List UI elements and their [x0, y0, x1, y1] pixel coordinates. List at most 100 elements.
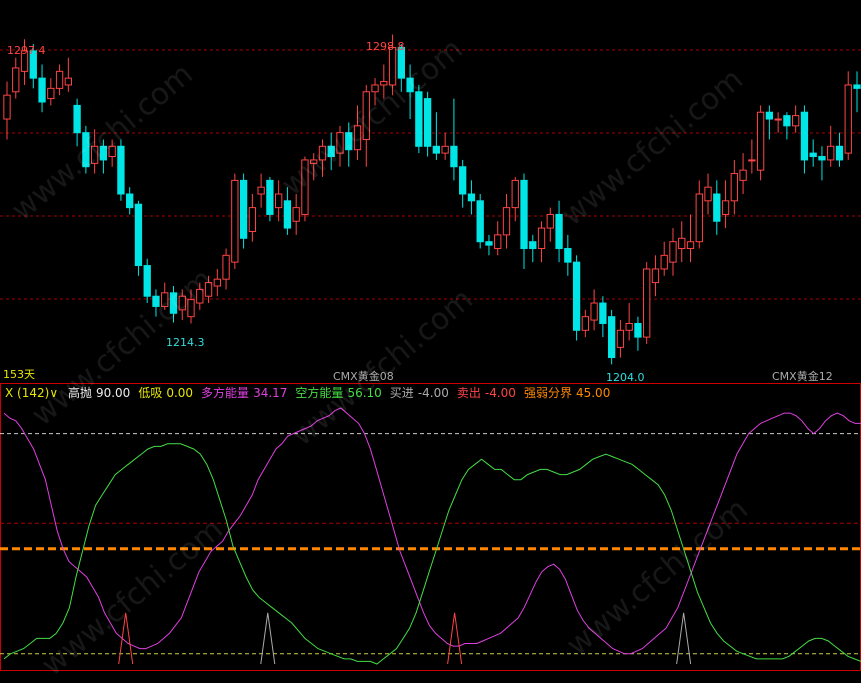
- candle-body-down: [529, 241, 537, 250]
- candle-body-down: [239, 179, 248, 239]
- high-label-1: 1297.4: [7, 44, 46, 57]
- indicator-item-value: 45.00: [575, 386, 611, 400]
- indicator-item: 卖出 -4.00: [457, 386, 516, 400]
- candle-body-down: [415, 91, 423, 147]
- candle-body-up: [310, 159, 318, 164]
- candle-body-up: [257, 186, 265, 195]
- candle-body-down: [818, 156, 826, 161]
- candle-body-up: [47, 87, 55, 100]
- candle-body-up: [660, 254, 668, 270]
- indicator-item-value: 56.10: [347, 386, 382, 400]
- candle-body-up: [748, 159, 756, 162]
- indicator-values: 高抛 90.00 低吸 0.00 多方能量 34.17 空方能量 56.10 买进 -4.00 卖出…: [68, 386, 618, 400]
- candle-body-down: [432, 145, 441, 154]
- candle-body-down: [38, 77, 46, 103]
- candle-body-down: [126, 193, 134, 209]
- indicator-item-label: 卖出: [456, 386, 481, 400]
- candle-body-up: [222, 254, 230, 280]
- candle-body-down: [345, 132, 353, 151]
- candle-body-up: [213, 278, 221, 287]
- candle-body-up: [669, 241, 677, 263]
- candle-body-up: [292, 207, 300, 222]
- indicator-selector[interactable]: X (142)∨: [5, 386, 62, 400]
- candle-body-up: [248, 207, 257, 232]
- indicator-item-value: -4.00: [484, 386, 516, 400]
- candle-body-up: [511, 179, 519, 209]
- series-line-long-energy: [3, 407, 861, 655]
- low-label-2: 1204.0: [606, 371, 645, 384]
- candle-body-down: [99, 145, 108, 161]
- candle-body-up: [643, 268, 651, 338]
- indicator-item: 强弱分界 45.00: [524, 386, 610, 400]
- indicator-item-label: 强弱分界: [523, 386, 572, 400]
- candle-body-down: [485, 241, 493, 246]
- candle-body-up: [625, 322, 633, 331]
- indicator-item: 买进 -4.00: [390, 386, 449, 400]
- candle-body-up: [187, 299, 195, 318]
- indicator-item-label: 多方能量: [201, 386, 250, 400]
- indicator-item-label: 空方能量: [295, 386, 344, 400]
- candle-body-up: [739, 169, 747, 181]
- candle-body-up: [371, 84, 379, 93]
- candle-body-up: [494, 234, 502, 250]
- candle-body-up: [301, 159, 309, 215]
- candle-body-down: [555, 213, 563, 250]
- period-label: 153天: [3, 368, 35, 381]
- indicator-item: 高抛 90.00: [68, 386, 130, 400]
- signal-spike: [260, 612, 276, 665]
- candle-body-up: [362, 91, 370, 140]
- candle-body-up: [231, 179, 239, 263]
- candle-body-down: [476, 200, 484, 243]
- signal-spike: [447, 612, 463, 665]
- candle-body-down: [82, 132, 90, 168]
- candle-body-down: [423, 98, 432, 147]
- candle-body-up: [274, 193, 283, 209]
- candle-body-down: [520, 179, 528, 250]
- indicator-name: X (142): [5, 386, 50, 400]
- indicator-item-label: 高抛: [67, 386, 92, 400]
- candle-body-up: [55, 70, 64, 89]
- candle-body-up: [756, 111, 765, 171]
- candle-body-up: [204, 282, 213, 297]
- candle-body-up: [196, 288, 204, 304]
- candle-body-up: [380, 81, 388, 86]
- candle-body-up: [336, 132, 344, 154]
- candle-body-down: [459, 166, 467, 195]
- candle-body-down: [800, 111, 809, 161]
- contract-label-2: CMX黄金12: [772, 370, 833, 383]
- candle-body-down: [572, 261, 581, 331]
- candle-body-down: [599, 302, 607, 324]
- candle-body-up: [704, 186, 712, 202]
- candle-body-up: [844, 84, 852, 154]
- indicator-header: X (142)∨ 高抛 90.00 低吸 0.00 多方能量 34.17 空方能量 56.10…: [5, 386, 618, 400]
- candle-body-up: [546, 213, 554, 229]
- candle-body-up: [792, 115, 800, 127]
- candle-body-up: [695, 193, 703, 243]
- candle-body-up: [678, 237, 686, 250]
- candle-body-down: [607, 316, 616, 359]
- indicator-item: 低吸 0.00: [138, 386, 193, 400]
- candle-body-down: [406, 77, 414, 93]
- candle-body-down: [853, 84, 861, 89]
- candle-body-up: [353, 125, 362, 151]
- candle-body-up: [441, 145, 449, 154]
- candle-body-down: [143, 265, 151, 297]
- candle-body-up: [64, 77, 72, 86]
- indicator-item-value: 90.00: [95, 386, 131, 400]
- indicator-item: 空方能量 56.10: [295, 386, 381, 400]
- candle-body-down: [467, 193, 476, 202]
- candle-body-up: [161, 292, 169, 307]
- candle-body-up: [581, 316, 590, 331]
- signal-spike: [676, 612, 692, 665]
- candle-body-up: [774, 118, 782, 121]
- indicator-item-value: -4.00: [417, 386, 449, 400]
- candle-body-up: [3, 94, 11, 120]
- candle-body-up: [537, 227, 546, 250]
- indicator-item-label: 低吸: [138, 386, 163, 400]
- candle-body-down: [809, 152, 817, 158]
- chevron-down-icon[interactable]: ∨: [49, 386, 58, 400]
- candle-body-down: [169, 292, 178, 314]
- chart-canvas: [0, 34, 861, 671]
- low-label-1: 1214.3: [166, 336, 205, 349]
- candle-body-down: [765, 111, 774, 120]
